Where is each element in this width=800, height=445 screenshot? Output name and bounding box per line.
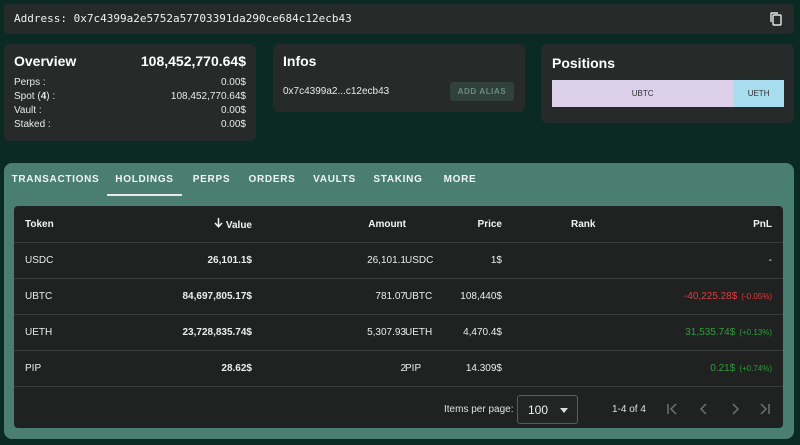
tab-transactions[interactable]: TRANSACTIONS xyxy=(4,163,107,196)
overview-row-value: 0.00$ xyxy=(220,119,246,130)
overview-row-vault: Vault : 0.00$ xyxy=(14,105,246,116)
tabs-panel: TRANSACTIONS HOLDINGS PERPS ORDERS VAULT… xyxy=(4,163,794,439)
infos-title: Infos xyxy=(283,53,317,69)
items-per-page-select[interactable]: 100 xyxy=(517,395,578,424)
table-row[interactable]: UETH 23,728,835.74$ 5,307.93 UETH 4,470.… xyxy=(14,315,783,351)
cell-pnl: - xyxy=(768,255,772,266)
cell-unit: UBTC xyxy=(405,291,433,302)
cell-value: 26,101.1$ xyxy=(207,255,253,266)
cell-unit: UETH xyxy=(405,327,433,338)
tab-more[interactable]: MORE xyxy=(430,163,490,196)
sort-down-icon xyxy=(214,217,223,231)
tab-bar: TRANSACTIONS HOLDINGS PERPS ORDERS VAULT… xyxy=(4,163,794,196)
overview-card: Overview 108,452,770.64$ Perps : 0.00$ S… xyxy=(4,44,256,141)
tab-holdings[interactable]: HOLDINGS xyxy=(107,163,182,196)
pnl-percent: (+0.13%) xyxy=(739,328,772,337)
header-amount[interactable]: Amount xyxy=(368,219,406,230)
overview-row-label: Perps : xyxy=(14,77,46,88)
tab-vaults[interactable]: VAULTS xyxy=(303,163,366,196)
overview-total: 108,452,770.64$ xyxy=(140,53,246,69)
header-value[interactable]: Value xyxy=(214,217,252,231)
header-pnl[interactable]: PnL xyxy=(753,219,772,230)
table-row[interactable]: UBTC 84,697,805.17$ 781.07 UBTC 108,440$… xyxy=(14,279,783,315)
cell-unit: PIP xyxy=(405,363,422,374)
caret-down-icon xyxy=(560,408,568,413)
add-alias-button[interactable]: ADD ALIAS xyxy=(450,82,514,101)
tab-staking[interactable]: STAKING xyxy=(366,163,430,196)
table-row[interactable]: PIP 28.62$ 2 PIP 14.309$ 0.21$ (+0.74%) xyxy=(14,351,783,387)
pagination-range: 1-4 of 4 xyxy=(612,404,646,415)
cell-token: UETH xyxy=(25,327,53,338)
cell-token: UBTC xyxy=(25,291,53,302)
previous-page-icon[interactable] xyxy=(697,402,711,416)
overview-row-spot: Spot (4) : 108,452,770.64$ xyxy=(14,91,246,102)
cell-price: 4,470.4$ xyxy=(463,327,502,338)
overview-row-value: 0.00$ xyxy=(220,77,246,88)
pnl-percent: (+0.74%) xyxy=(739,364,772,373)
overview-row-staked: Staked : 0.00$ xyxy=(14,119,246,130)
positions-bar: UBTC UETH xyxy=(552,80,784,107)
cell-price: 1$ xyxy=(490,255,502,266)
last-page-icon[interactable] xyxy=(758,402,772,416)
cell-unit: USDC xyxy=(405,255,434,266)
infos-card: Infos 0x7c4399a2...c12ecb43 ADD ALIAS xyxy=(273,44,525,112)
tab-perps[interactable]: PERPS xyxy=(182,163,241,196)
table-header: Token Value Amount Price Rank PnL xyxy=(14,206,783,243)
cell-value: 28.62$ xyxy=(221,363,252,374)
cell-amount: 781.07 xyxy=(375,291,406,302)
copy-icon[interactable] xyxy=(768,11,784,27)
pagination-footer: Items per page: 100 1-4 of 4 xyxy=(14,390,783,428)
header-price[interactable]: Price xyxy=(478,219,502,230)
cell-pnl: 0.21$ (+0.74%) xyxy=(710,363,772,374)
cell-amount: 5,307.93 xyxy=(367,327,406,338)
cell-token: USDC xyxy=(25,255,54,266)
tab-orders[interactable]: ORDERS xyxy=(241,163,303,196)
next-page-icon[interactable] xyxy=(728,402,742,416)
first-page-icon[interactable] xyxy=(665,402,679,416)
table-row[interactable]: USDC 26,101.1$ 26,101.1 USDC 1$ - xyxy=(14,243,783,279)
cell-value: 84,697,805.17$ xyxy=(182,291,252,302)
holdings-table: Token Value Amount Price Rank PnL USDC 2… xyxy=(14,206,783,428)
overview-row-label: Vault : xyxy=(14,105,42,116)
position-segment-ubtc[interactable]: UBTC xyxy=(552,80,734,107)
address-text: Address: 0x7c4399a2e5752a57703391da290ce… xyxy=(14,12,352,25)
short-address: 0x7c4399a2...c12ecb43 xyxy=(283,86,390,97)
header-token[interactable]: Token xyxy=(25,219,54,230)
header-rank[interactable]: Rank xyxy=(571,219,595,230)
cell-pnl: -40,225.28$ (-0.05%) xyxy=(683,291,772,302)
positions-card: Positions UBTC UETH xyxy=(541,44,794,123)
address-bar: Address: 0x7c4399a2e5752a57703391da290ce… xyxy=(4,4,794,34)
positions-title: Positions xyxy=(552,55,616,71)
overview-row-value: 108,452,770.64$ xyxy=(170,91,246,102)
cell-price: 14.309$ xyxy=(465,363,502,374)
overview-row-label: Staked : xyxy=(14,119,51,130)
overview-row-label: Spot (4) : xyxy=(14,91,56,102)
cell-value: 23,728,835.74$ xyxy=(182,327,252,338)
overview-title: Overview xyxy=(14,53,77,69)
cell-amount: 26,101.1 xyxy=(367,255,406,266)
overview-row-perps: Perps : 0.00$ xyxy=(14,77,246,88)
items-per-page-label: Items per page: xyxy=(444,404,514,415)
cell-token: PIP xyxy=(25,363,42,374)
position-segment-ueth[interactable]: UETH xyxy=(733,80,784,107)
items-per-page-value: 100 xyxy=(528,403,549,417)
overview-row-value: 0.00$ xyxy=(220,105,246,116)
cell-pnl: 31,535.74$ (+0.13%) xyxy=(685,327,772,338)
cell-price: 108,440$ xyxy=(460,291,502,302)
pnl-percent: (-0.05%) xyxy=(741,292,772,301)
